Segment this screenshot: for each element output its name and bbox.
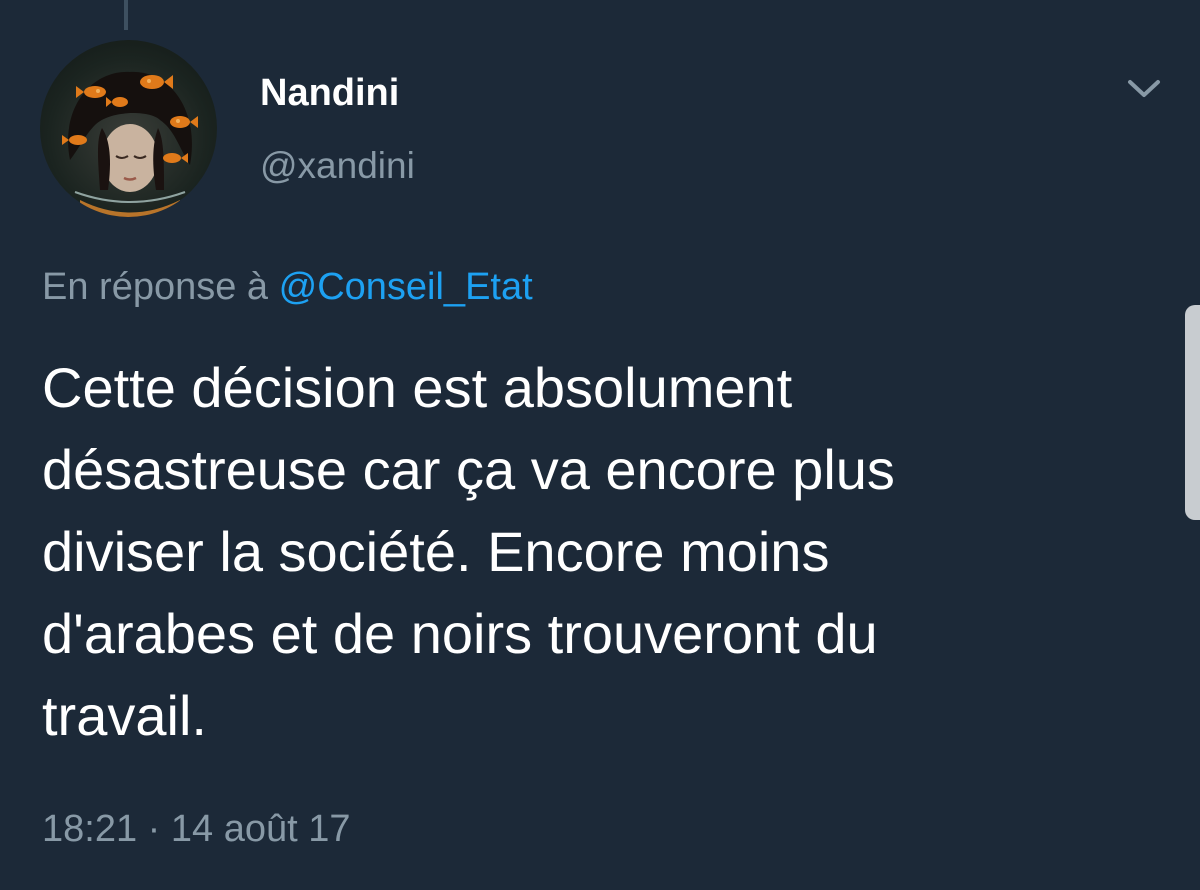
user-handle[interactable]: @xandini xyxy=(260,145,415,187)
tweet-text-line: Cette décision est absolument xyxy=(42,356,793,419)
avatar-image xyxy=(62,71,198,217)
reply-prefix: En réponse à xyxy=(42,266,269,308)
thread-connector-line xyxy=(124,0,128,30)
tweet-text-line: désastreuse car ça va encore plus xyxy=(42,438,895,501)
avatar[interactable] xyxy=(40,40,217,217)
scroll-handle[interactable] xyxy=(1185,305,1200,520)
reply-context: En réponse à @Conseil_Etat xyxy=(42,266,533,309)
tweet-text-line: travail. xyxy=(42,684,207,747)
tweet-timestamp[interactable]: 18:21 · 14 août 17 xyxy=(42,808,350,851)
tweet-text-line: d'arabes et de noirs trouveront du xyxy=(42,602,878,665)
chevron-down-icon[interactable] xyxy=(1122,70,1166,106)
reply-mention-link[interactable]: @Conseil_Etat xyxy=(279,266,533,308)
tweet-text: Cette décision est absolument désastreus… xyxy=(42,347,1162,757)
display-name[interactable]: Nandini xyxy=(260,72,399,115)
tweet-text-line: diviser la société. Encore moins xyxy=(42,520,830,583)
